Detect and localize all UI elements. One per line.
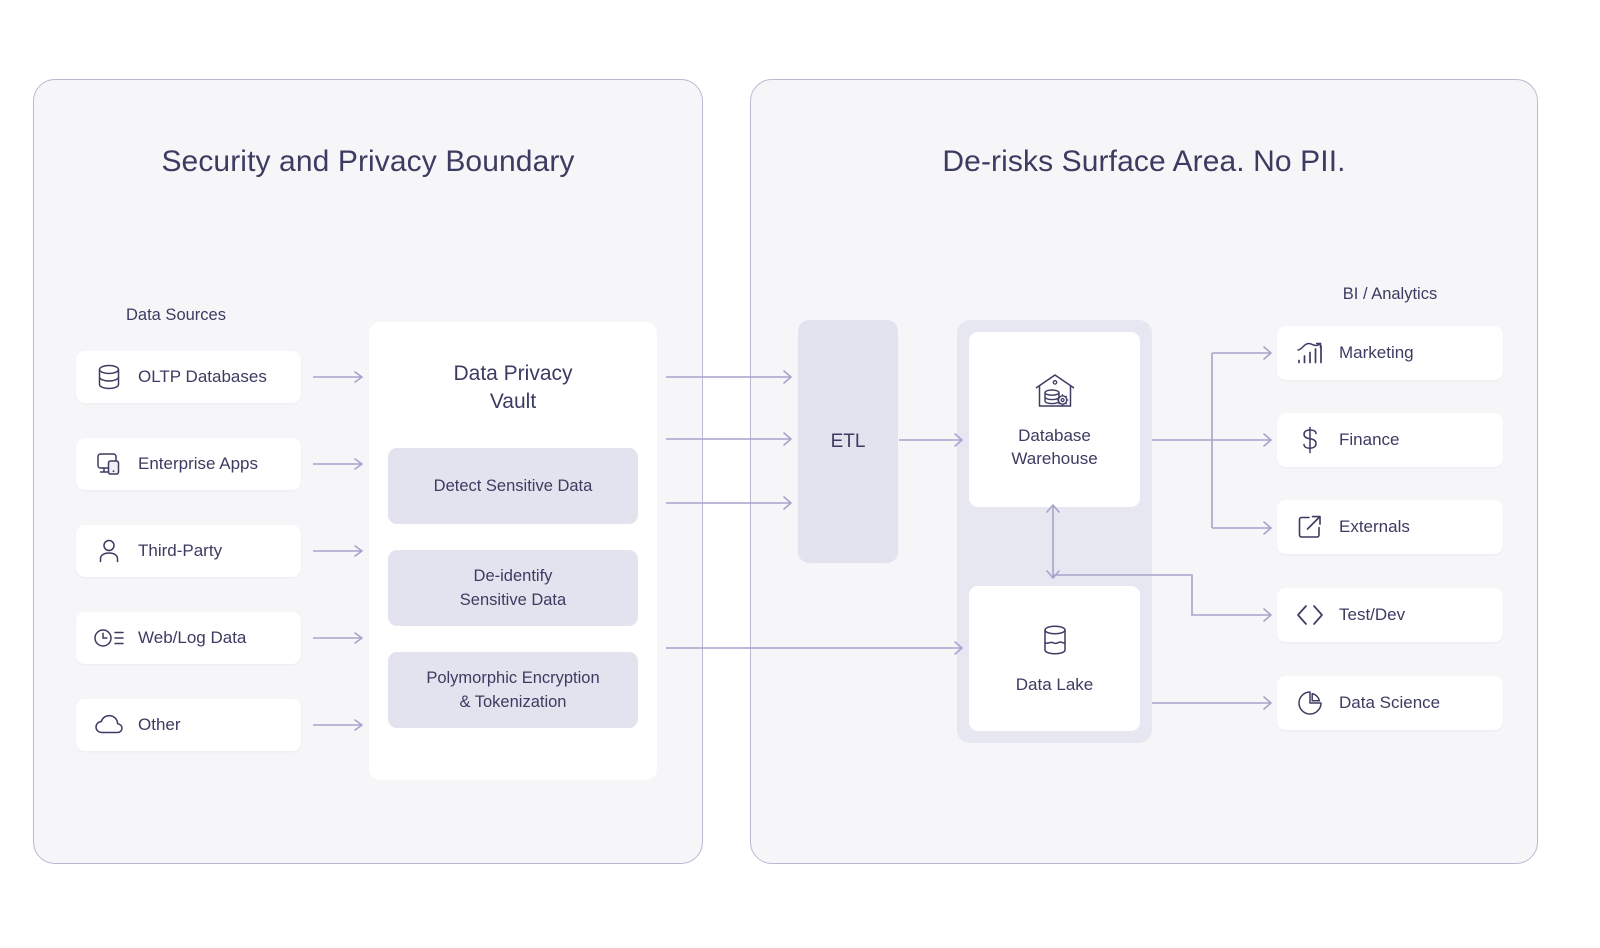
data-sources-caption: Data Sources — [126, 306, 226, 324]
warehouse-label: Database Warehouse — [1011, 424, 1097, 470]
bi-card-finance[interactable]: Finance — [1277, 413, 1503, 467]
source-label: Web/Log Data — [138, 628, 247, 647]
source-label: Enterprise Apps — [138, 454, 259, 473]
user-icon — [86, 537, 132, 565]
diagram-canvas: Security and Privacy Boundary Data Sourc… — [0, 0, 1600, 948]
bi-card-marketing[interactable]: Marketing — [1277, 326, 1503, 380]
clock-list-icon — [86, 625, 132, 651]
source-card-third-party[interactable]: Third-Party — [76, 525, 301, 577]
vault-step-line2: Sensitive Data — [459, 591, 567, 609]
vault-step-line2: & Tokenization — [459, 693, 567, 711]
storage-group: Database Warehouse Data Lake — [957, 320, 1152, 743]
vault-step-line1: Polymorphic Encryption — [426, 669, 600, 687]
data-lake-card[interactable]: Data Lake — [969, 586, 1140, 731]
vault-step-label: Detect Sensitive Data — [433, 477, 593, 495]
left-panel-title: Security and Privacy Boundary — [161, 145, 575, 178]
vault-title: Data Privacy Vault — [369, 360, 657, 416]
bi-label: Test/Dev — [1339, 605, 1406, 624]
source-label: Other — [138, 715, 181, 734]
monitor-icon — [86, 450, 132, 478]
source-card-enterprise-apps[interactable]: Enterprise Apps — [76, 438, 301, 490]
warehouse-label-line2: Warehouse — [1011, 448, 1098, 468]
etl-box[interactable]: ETL — [798, 320, 898, 563]
right-panel-title: De-risks Surface Area. No PII. — [942, 145, 1346, 178]
source-card-other[interactable]: Other — [76, 699, 301, 751]
database-warehouse-card[interactable]: Database Warehouse — [969, 332, 1140, 507]
warehouse-database-icon — [1031, 370, 1079, 412]
data-lake-label: Data Lake — [1015, 675, 1094, 694]
bi-analytics-caption: BI / Analytics — [1342, 285, 1438, 303]
data-privacy-vault: Data Privacy Vault Detect Sensitive Data… — [369, 322, 657, 780]
external-link-icon — [1287, 513, 1333, 541]
chart-trend-icon — [1287, 339, 1333, 367]
vault-step-detect-sensitive-data[interactable]: Detect Sensitive Data — [388, 448, 638, 524]
bi-card-data-science[interactable]: Data Science — [1277, 676, 1503, 730]
bi-label: Data Science — [1339, 693, 1441, 712]
bi-label: Finance — [1339, 430, 1400, 449]
code-brackets-icon — [1287, 602, 1333, 628]
vault-title-line1: Data Privacy — [453, 362, 573, 385]
bi-label: Externals — [1339, 517, 1410, 536]
vault-title-line2: Vault — [489, 390, 537, 413]
pie-chart-icon — [1287, 689, 1333, 717]
bi-card-test-dev[interactable]: Test/Dev — [1277, 588, 1503, 642]
etl-label: ETL — [830, 430, 866, 452]
vault-step-label: De-identify Sensitive Data — [460, 564, 566, 612]
bi-card-externals[interactable]: Externals — [1277, 500, 1503, 554]
bi-label: Marketing — [1339, 343, 1414, 362]
data-lake-icon — [1036, 621, 1074, 661]
dollar-icon — [1287, 425, 1333, 455]
vault-step-label: Polymorphic Encryption & Tokenization — [426, 666, 599, 714]
warehouse-label-line1: Database — [1018, 425, 1091, 445]
source-card-web-log-data[interactable]: Web/Log Data — [76, 612, 301, 664]
database-icon — [86, 363, 132, 391]
source-label: Third-Party — [138, 541, 223, 560]
vault-step-polymorphic-encryption-tokenization[interactable]: Polymorphic Encryption & Tokenization — [388, 652, 638, 728]
cloud-icon — [86, 713, 132, 737]
source-card-oltp-databases[interactable]: OLTP Databases — [76, 351, 301, 403]
source-label: OLTP Databases — [138, 367, 267, 386]
vault-step-de-identify-sensitive-data[interactable]: De-identify Sensitive Data — [388, 550, 638, 626]
vault-step-line1: De-identify — [473, 567, 553, 585]
